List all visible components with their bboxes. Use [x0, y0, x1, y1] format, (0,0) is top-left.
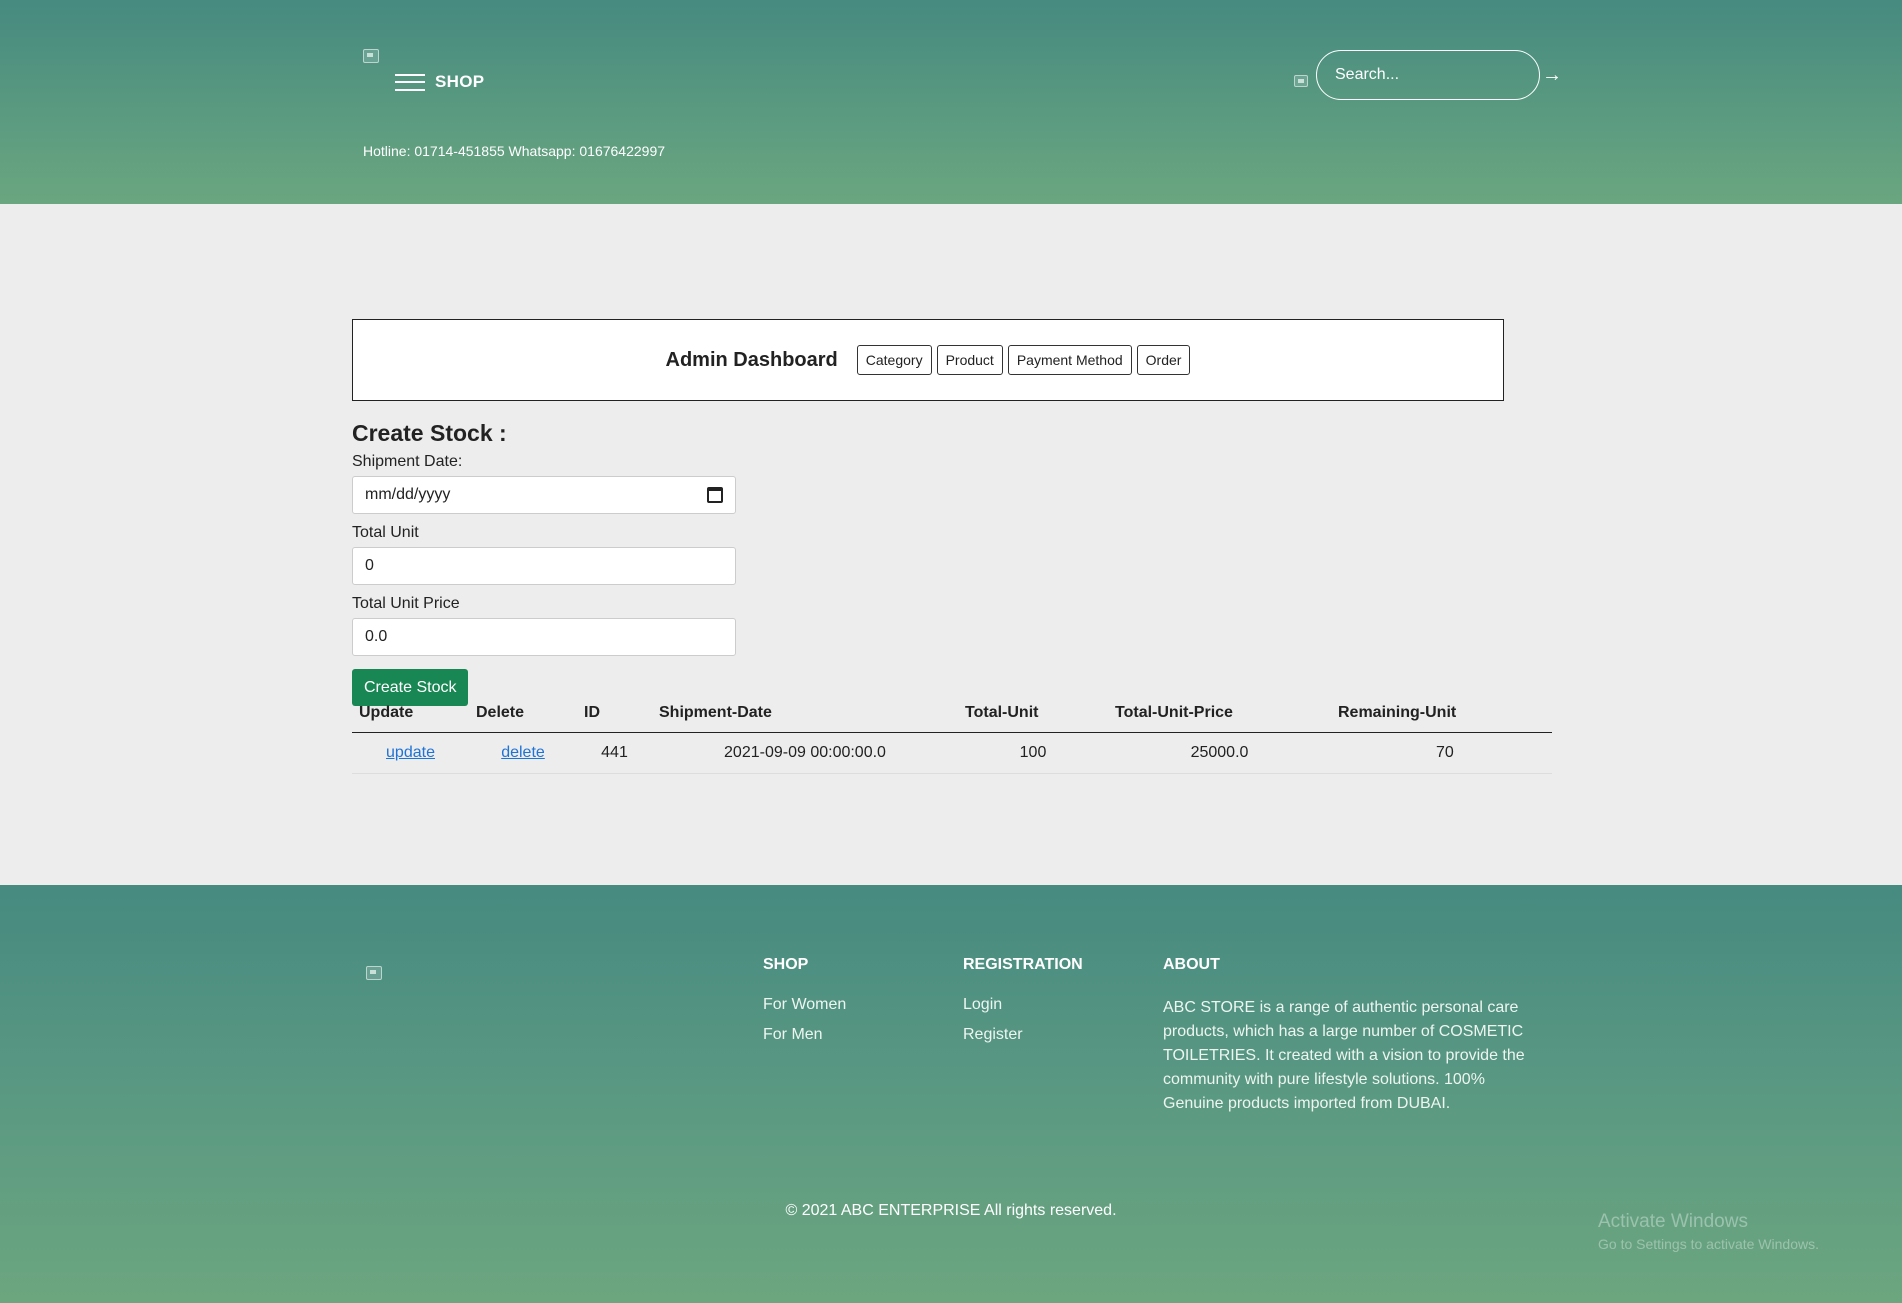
dashboard-title: Admin Dashboard: [665, 348, 838, 371]
footer-shop-column: SHOP For Women For Men: [763, 956, 846, 1056]
watermark-line-2: Go to Settings to activate Windows.: [1598, 1236, 1819, 1252]
cell-id: 441: [577, 732, 652, 774]
table-row: update delete 441 2021-09-09 00:00:00.0 …: [352, 732, 1552, 774]
total-unit-price-input[interactable]: 0.0: [352, 618, 736, 656]
total-unit-price-value: 0.0: [365, 628, 388, 645]
col-remaining-unit: Remaining-Unit: [1331, 694, 1552, 733]
update-link[interactable]: update: [386, 744, 435, 761]
footer-link-for-men[interactable]: For Men: [763, 1026, 846, 1044]
stock-table: Update Delete ID Shipment-Date Total-Uni…: [352, 694, 1552, 774]
cart-icon[interactable]: [1294, 75, 1308, 87]
col-id: ID: [577, 694, 652, 733]
total-unit-label: Total Unit: [352, 524, 419, 541]
col-delete: Delete: [469, 694, 577, 733]
product-button[interactable]: Product: [936, 345, 1003, 375]
shipment-date-value: mm/dd/yyyy: [365, 486, 451, 503]
footer-about-column: ABOUT ABC STORE is a range of authentic …: [1163, 956, 1533, 1116]
cell-remaining-unit: 70: [1331, 732, 1552, 774]
shipment-date-label: Shipment Date:: [352, 453, 463, 470]
footer-link-register[interactable]: Register: [963, 1026, 1083, 1044]
menu-toggle[interactable]: SHOP: [395, 72, 484, 92]
total-unit-input[interactable]: 0: [352, 547, 736, 585]
cell-total-unit-price: 25000.0: [1108, 732, 1331, 774]
footer-link-for-women[interactable]: For Women: [763, 996, 846, 1014]
site-header: SHOP Hotline: 01714-451855 Whatsapp: 016…: [0, 0, 1902, 204]
col-shipment-date: Shipment-Date: [652, 694, 958, 733]
footer-registration-column: REGISTRATION Login Register: [963, 956, 1083, 1056]
footer-registration-heading: REGISTRATION: [963, 956, 1083, 973]
create-stock-form: Create Stock : Shipment Date: mm/dd/yyyy…: [352, 420, 737, 706]
footer-about-text: ABC STORE is a range of authentic person…: [1163, 999, 1525, 1112]
search-submit-arrow-icon[interactable]: →: [1542, 64, 1562, 87]
search-input[interactable]: [1335, 66, 1542, 84]
col-update: Update: [352, 694, 469, 733]
activate-windows-watermark: Activate Windows Go to Settings to activ…: [1598, 1211, 1819, 1252]
cell-shipment-date: 2021-09-09 00:00:00.0: [652, 732, 958, 774]
cell-total-unit: 100: [958, 732, 1108, 774]
payment-method-button[interactable]: Payment Method: [1007, 345, 1132, 375]
shop-menu-label[interactable]: SHOP: [435, 72, 484, 92]
search-box: →: [1316, 50, 1562, 100]
delete-link[interactable]: delete: [501, 744, 545, 761]
total-unit-price-label: Total Unit Price: [352, 595, 460, 612]
shipment-date-input[interactable]: mm/dd/yyyy: [352, 476, 736, 514]
footer-link-login[interactable]: Login: [963, 996, 1083, 1014]
total-unit-value: 0: [365, 557, 374, 574]
col-total-unit-price: Total-Unit-Price: [1108, 694, 1331, 733]
admin-dashboard-nav: Admin Dashboard Category Product Payment…: [352, 319, 1504, 401]
site-footer: SHOP For Women For Men REGISTRATION Logi…: [0, 885, 1902, 1303]
footer-logo-image[interactable]: [366, 966, 382, 980]
category-button[interactable]: Category: [856, 345, 932, 375]
footer-shop-heading: SHOP: [763, 956, 809, 973]
calendar-icon[interactable]: [707, 487, 723, 503]
form-title: Create Stock :: [352, 420, 507, 446]
watermark-line-1: Activate Windows: [1598, 1211, 1748, 1232]
col-total-unit: Total-Unit: [958, 694, 1108, 733]
order-button[interactable]: Order: [1136, 345, 1191, 375]
hamburger-icon[interactable]: [395, 73, 425, 91]
footer-about-heading: ABOUT: [1163, 956, 1220, 973]
hotline-text: Hotline: 01714-451855 Whatsapp: 01676422…: [363, 143, 666, 159]
table-header-row: Update Delete ID Shipment-Date Total-Uni…: [352, 694, 1552, 733]
logo-image[interactable]: [363, 49, 379, 63]
